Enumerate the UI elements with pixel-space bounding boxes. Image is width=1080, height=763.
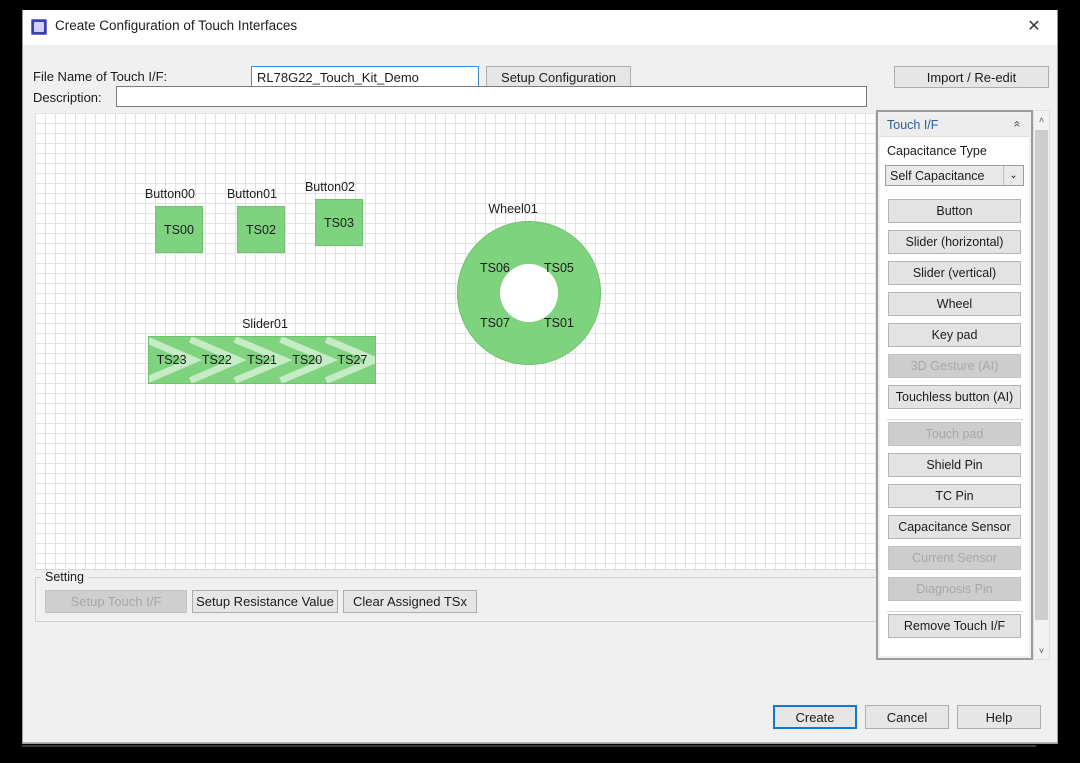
slider-segment-labels: TS23 TS22 TS21 TS20 TS27 [149, 337, 375, 383]
panel-button-button[interactable]: Button [888, 199, 1021, 223]
chevron-down-icon[interactable]: ⌄ [1003, 166, 1023, 185]
panel-button-diagnosis-pin[interactable]: Diagnosis Pin [888, 577, 1021, 601]
description-input[interactable] [116, 86, 867, 107]
slider-seg-4: TS27 [337, 353, 368, 367]
slider-seg-3: TS20 [292, 353, 323, 367]
panel-button-remove-touch-if[interactable]: Remove Touch I/F [888, 614, 1021, 638]
setup-configuration-button[interactable]: Setup Configuration [486, 66, 631, 88]
scroll-up-icon[interactable]: ˄ [1034, 111, 1049, 128]
slider01-label: Slider01 [242, 317, 288, 331]
touch-button-ts00[interactable]: TS00 [155, 206, 203, 253]
touch-slider-01[interactable]: TS23 TS22 TS21 TS20 TS27 [148, 336, 376, 384]
file-name-label: File Name of Touch I/F: [33, 69, 168, 84]
slider-seg-2: TS21 [247, 353, 277, 367]
panel-scrollbar[interactable]: ˄ ˅ [1033, 110, 1050, 660]
import-reedit-button[interactable]: Import / Re-edit [894, 66, 1049, 88]
scroll-down-icon[interactable]: ˅ [1034, 642, 1049, 659]
button01-label: Button01 [226, 187, 278, 201]
wheel01-label: Wheel01 [488, 202, 538, 216]
capacitance-type-label: Capacitance Type [887, 144, 987, 158]
panel-button-slider-vertical[interactable]: Slider (vertical) [888, 261, 1021, 285]
panel-button-touchless-button-ai[interactable]: Touchless button (AI) [888, 385, 1021, 409]
panel-divider-2 [887, 611, 1023, 612]
panel-button-key-pad[interactable]: Key pad [888, 323, 1021, 347]
cancel-button[interactable]: Cancel [865, 705, 949, 729]
slider-seg-0: TS23 [156, 353, 187, 367]
touch-button-ts03[interactable]: TS03 [315, 199, 363, 246]
touch-layout-canvas[interactable]: Button00 TS00 Button01 TS02 Button02 TS0… [35, 113, 882, 570]
touch-if-panel-header[interactable]: Touch I/F « [880, 114, 1029, 137]
clear-assigned-tsx-button[interactable]: Clear Assigned TSx [343, 590, 477, 613]
close-icon[interactable]: ✕ [1011, 10, 1057, 44]
title-bar: Create Configuration of Touch Interfaces… [23, 10, 1057, 45]
touch-if-panel-body: Touch I/F « Capacitance Type Self Capaci… [880, 114, 1029, 656]
wheel-seg-ts07: TS07 [480, 316, 510, 330]
panel-button-3d-gesture-ai[interactable]: 3D Gesture (AI) [888, 354, 1021, 378]
panel-button-capacitance-sensor[interactable]: Capacitance Sensor [888, 515, 1021, 539]
slider-seg-1: TS22 [201, 353, 232, 367]
setup-resistance-value-button[interactable]: Setup Resistance Value [192, 590, 338, 613]
panel-divider-1 [887, 419, 1023, 420]
touch-if-panel: Touch I/F « Capacitance Type Self Capaci… [876, 110, 1033, 660]
wheel-seg-ts01: TS01 [544, 316, 574, 330]
chevron-up-icon[interactable]: « [1011, 121, 1025, 128]
button02-label: Button02 [304, 180, 356, 194]
panel-button-slider-horizontal[interactable]: Slider (horizontal) [888, 230, 1021, 254]
desktop-edge-line [22, 745, 1036, 747]
wheel-seg-ts05: TS05 [544, 261, 574, 275]
capacitance-type-value: Self Capacitance [890, 168, 985, 183]
button00-label: Button00 [144, 187, 196, 201]
capacitance-type-select[interactable]: Self Capacitance ⌄ [885, 165, 1024, 186]
create-button[interactable]: Create [773, 705, 857, 729]
touch-button-ts02[interactable]: TS02 [237, 206, 285, 253]
panel-button-touch-pad[interactable]: Touch pad [888, 422, 1021, 446]
panel-button-tc-pin[interactable]: TC Pin [888, 484, 1021, 508]
wheel-seg-ts06: TS06 [480, 261, 510, 275]
dialog-window: Create Configuration of Touch Interfaces… [22, 10, 1058, 744]
window-bottom-divider [23, 742, 1057, 743]
description-label: Description: [33, 90, 102, 105]
panel-button-current-sensor[interactable]: Current Sensor [888, 546, 1021, 570]
file-name-input[interactable]: RL78G22_Touch_Kit_Demo [251, 66, 479, 88]
touch-wheel-01[interactable]: TS06 TS05 TS07 TS01 [457, 221, 601, 365]
panel-button-shield-pin[interactable]: Shield Pin [888, 453, 1021, 477]
panel-button-wheel[interactable]: Wheel [888, 292, 1021, 316]
touch-if-panel-title: Touch I/F [887, 118, 939, 132]
app-icon [31, 19, 47, 35]
help-button[interactable]: Help [957, 705, 1041, 729]
setting-group-title: Setting [41, 570, 88, 584]
window-title: Create Configuration of Touch Interfaces [55, 18, 298, 33]
setup-touch-if-button[interactable]: Setup Touch I/F [45, 590, 187, 613]
scrollbar-thumb[interactable] [1035, 130, 1048, 620]
screen: Create Configuration of Touch Interfaces… [0, 0, 1080, 763]
